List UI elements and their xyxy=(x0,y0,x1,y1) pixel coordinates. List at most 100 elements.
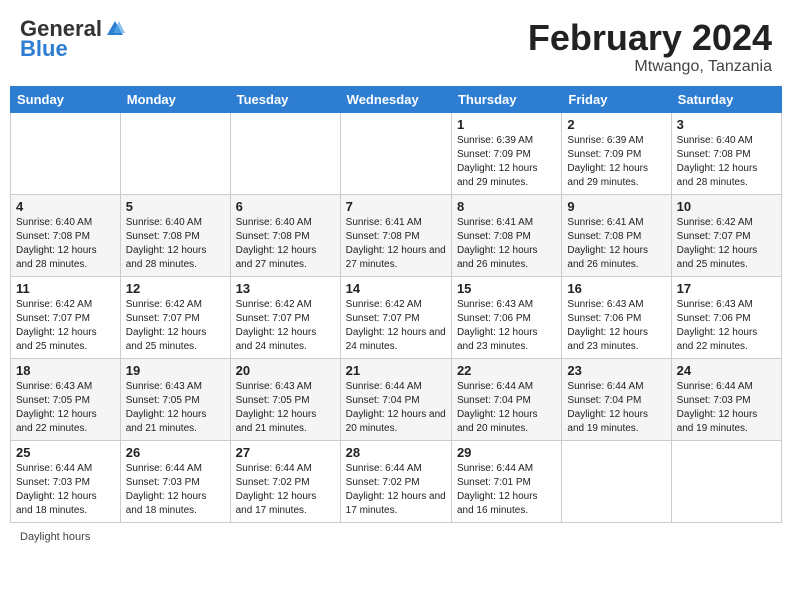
calendar-day-header: Tuesday xyxy=(230,86,340,112)
day-number: 29 xyxy=(457,445,556,460)
calendar-day-cell: 4Sunrise: 6:40 AMSunset: 7:08 PMDaylight… xyxy=(11,194,121,276)
calendar-day-cell: 19 Sunrise: 6:43 AMSunset: 7:05 PMDayligh… xyxy=(120,358,230,440)
calendar-day-cell: 25 Sunrise: 6:44 AMSunset: 7:03 PMDayligh… xyxy=(11,440,121,522)
calendar-day-cell: 5 Sunrise: 6:40 AMSunset: 7:08 PMDaylight… xyxy=(120,194,230,276)
day-number: 17 xyxy=(677,281,776,296)
day-info: Sunrise: 6:42 AMSunset: 7:07 PMDaylight:… xyxy=(346,298,446,354)
calendar-day-cell: 24 Sunrise: 6:44 AMSunset: 7:03 PMDayligh… xyxy=(671,358,781,440)
day-info: Sunrise: 6:41 AMSunset: 7:08 PMDaylight:… xyxy=(457,216,556,272)
calendar-day-cell: 10 Sunrise: 6:42 AMSunset: 7:07 PMDayligh… xyxy=(671,194,781,276)
calendar-day-cell: 12 Sunrise: 6:42 AMSunset: 7:07 PMDayligh… xyxy=(120,276,230,358)
calendar-day-cell: 26 Sunrise: 6:44 AMSunset: 7:03 PMDayligh… xyxy=(120,440,230,522)
day-number: 16 xyxy=(567,281,665,296)
day-info: Sunrise: 6:43 AMSunset: 7:05 PMDaylight:… xyxy=(126,380,225,436)
day-number: 2 xyxy=(567,117,665,132)
day-number: 11 xyxy=(16,281,115,296)
day-number: 26 xyxy=(126,445,225,460)
calendar-day-cell xyxy=(11,112,121,194)
calendar-day-cell: 18 Sunrise: 6:43 AMSunset: 7:05 PMDayligh… xyxy=(11,358,121,440)
daylight-label: Daylight hours xyxy=(20,531,90,543)
logo-icon xyxy=(105,19,125,39)
calendar-header-row: SundayMondayTuesdayWednesdayThursdayFrid… xyxy=(11,86,782,112)
calendar-week-row: 18 Sunrise: 6:43 AMSunset: 7:05 PMDayligh… xyxy=(11,358,782,440)
calendar-day-header: Sunday xyxy=(11,86,121,112)
calendar-week-row: 4 Sunrise: 6:40 AMSunset: 7:08 PMDaylight… xyxy=(11,194,782,276)
day-number: 10 xyxy=(677,199,776,214)
calendar-week-row: 1 Sunrise: 6:39 AMSunset: 7:09 PMDaylight… xyxy=(11,112,782,194)
calendar-day-cell: 1 Sunrise: 6:39 AMSunset: 7:09 PMDaylight… xyxy=(451,112,561,194)
calendar-day-cell: 28Sunrise: 6:44 AMSunset: 7:02 PMDayligh… xyxy=(340,440,451,522)
day-number: 23 xyxy=(567,363,665,378)
calendar-day-cell: 23Sunrise: 6:44 AMSunset: 7:04 PMDayligh… xyxy=(562,358,671,440)
calendar-day-cell xyxy=(120,112,230,194)
day-info: Sunrise: 6:44 AMSunset: 7:03 PMDaylight:… xyxy=(16,462,115,518)
calendar-day-cell: 22 Sunrise: 6:44 AMSunset: 7:04 PMDayligh… xyxy=(451,358,561,440)
day-number: 12 xyxy=(126,281,225,296)
day-info: Sunrise: 6:43 AMSunset: 7:05 PMDaylight:… xyxy=(16,380,115,436)
day-number: 5 xyxy=(126,199,225,214)
day-info: Sunrise: 6:40 AMSunset: 7:08 PMDaylight:… xyxy=(677,134,776,190)
day-info: Sunrise: 6:44 AMSunset: 7:02 PMDaylight:… xyxy=(236,462,335,518)
day-number: 22 xyxy=(457,363,556,378)
day-number: 27 xyxy=(236,445,335,460)
calendar-day-cell xyxy=(562,440,671,522)
day-info: Sunrise: 6:43 AMSunset: 7:06 PMDaylight:… xyxy=(677,298,776,354)
day-number: 13 xyxy=(236,281,335,296)
day-info: Sunrise: 6:44 AMSunset: 7:03 PMDaylight:… xyxy=(126,462,225,518)
day-number: 18 xyxy=(16,363,115,378)
calendar-day-cell: 15Sunrise: 6:43 AMSunset: 7:06 PMDayligh… xyxy=(451,276,561,358)
calendar-day-cell: 21Sunrise: 6:44 AMSunset: 7:04 PMDayligh… xyxy=(340,358,451,440)
day-info: Sunrise: 6:42 AMSunset: 7:07 PMDaylight:… xyxy=(126,298,225,354)
title-area: February 2024 Mtwango, Tanzania xyxy=(528,18,772,76)
day-info: Sunrise: 6:39 AMSunset: 7:09 PMDaylight:… xyxy=(457,134,556,190)
day-number: 8 xyxy=(457,199,556,214)
day-info: Sunrise: 6:44 AMSunset: 7:04 PMDaylight:… xyxy=(457,380,556,436)
calendar-day-header: Saturday xyxy=(671,86,781,112)
day-number: 20 xyxy=(236,363,335,378)
calendar-day-cell xyxy=(671,440,781,522)
calendar-week-row: 11 Sunrise: 6:42 AMSunset: 7:07 PMDayligh… xyxy=(11,276,782,358)
day-info: Sunrise: 6:43 AMSunset: 7:05 PMDaylight:… xyxy=(236,380,335,436)
day-number: 7 xyxy=(346,199,446,214)
day-info: Sunrise: 6:44 AMSunset: 7:01 PMDaylight:… xyxy=(457,462,556,518)
day-info: Sunrise: 6:40 AMSunset: 7:08 PMDaylight:… xyxy=(236,216,335,272)
calendar-day-cell: 20 Sunrise: 6:43 AMSunset: 7:05 PMDayligh… xyxy=(230,358,340,440)
calendar-day-cell: 8 Sunrise: 6:41 AMSunset: 7:08 PMDaylight… xyxy=(451,194,561,276)
day-info: Sunrise: 6:44 AMSunset: 7:03 PMDaylight:… xyxy=(677,380,776,436)
day-number: 24 xyxy=(677,363,776,378)
day-info: Sunrise: 6:44 AMSunset: 7:04 PMDaylight:… xyxy=(346,380,446,436)
calendar-table: SundayMondayTuesdayWednesdayThursdayFrid… xyxy=(10,86,782,523)
calendar-week-row: 25 Sunrise: 6:44 AMSunset: 7:03 PMDayligh… xyxy=(11,440,782,522)
calendar-day-cell: 27 Sunrise: 6:44 AMSunset: 7:02 PMDayligh… xyxy=(230,440,340,522)
day-number: 9 xyxy=(567,199,665,214)
calendar-day-cell: 16Sunrise: 6:43 AMSunset: 7:06 PMDayligh… xyxy=(562,276,671,358)
day-info: Sunrise: 6:42 AMSunset: 7:07 PMDaylight:… xyxy=(236,298,335,354)
calendar-day-cell: 17 Sunrise: 6:43 AMSunset: 7:06 PMDayligh… xyxy=(671,276,781,358)
calendar-day-header: Thursday xyxy=(451,86,561,112)
logo: General Blue xyxy=(20,18,125,60)
logo-blue-text: Blue xyxy=(20,38,68,60)
day-info: Sunrise: 6:42 AMSunset: 7:07 PMDaylight:… xyxy=(677,216,776,272)
calendar-day-cell: 11 Sunrise: 6:42 AMSunset: 7:07 PMDayligh… xyxy=(11,276,121,358)
calendar-day-cell: 13 Sunrise: 6:42 AMSunset: 7:07 PMDayligh… xyxy=(230,276,340,358)
day-info: Sunrise: 6:43 AMSunset: 7:06 PMDaylight:… xyxy=(457,298,556,354)
day-info: Sunrise: 6:39 AMSunset: 7:09 PMDaylight:… xyxy=(567,134,665,190)
calendar-day-cell: 2 Sunrise: 6:39 AMSunset: 7:09 PMDaylight… xyxy=(562,112,671,194)
calendar-day-header: Friday xyxy=(562,86,671,112)
calendar-day-cell: 3Sunrise: 6:40 AMSunset: 7:08 PMDaylight… xyxy=(671,112,781,194)
day-info: Sunrise: 6:44 AMSunset: 7:02 PMDaylight:… xyxy=(346,462,446,518)
day-info: Sunrise: 6:42 AMSunset: 7:07 PMDaylight:… xyxy=(16,298,115,354)
calendar-day-cell xyxy=(230,112,340,194)
calendar-day-cell: 7Sunrise: 6:41 AMSunset: 7:08 PMDaylight… xyxy=(340,194,451,276)
header: General Blue February 2024 Mtwango, Tanz… xyxy=(10,10,782,80)
day-number: 4 xyxy=(16,199,115,214)
day-number: 1 xyxy=(457,117,556,132)
calendar-day-cell xyxy=(340,112,451,194)
calendar-day-cell: 29 Sunrise: 6:44 AMSunset: 7:01 PMDayligh… xyxy=(451,440,561,522)
day-info: Sunrise: 6:40 AMSunset: 7:08 PMDaylight:… xyxy=(126,216,225,272)
day-number: 19 xyxy=(126,363,225,378)
calendar-day-cell: 14Sunrise: 6:42 AMSunset: 7:07 PMDayligh… xyxy=(340,276,451,358)
month-year-title: February 2024 xyxy=(528,18,772,58)
calendar-day-header: Monday xyxy=(120,86,230,112)
day-number: 25 xyxy=(16,445,115,460)
